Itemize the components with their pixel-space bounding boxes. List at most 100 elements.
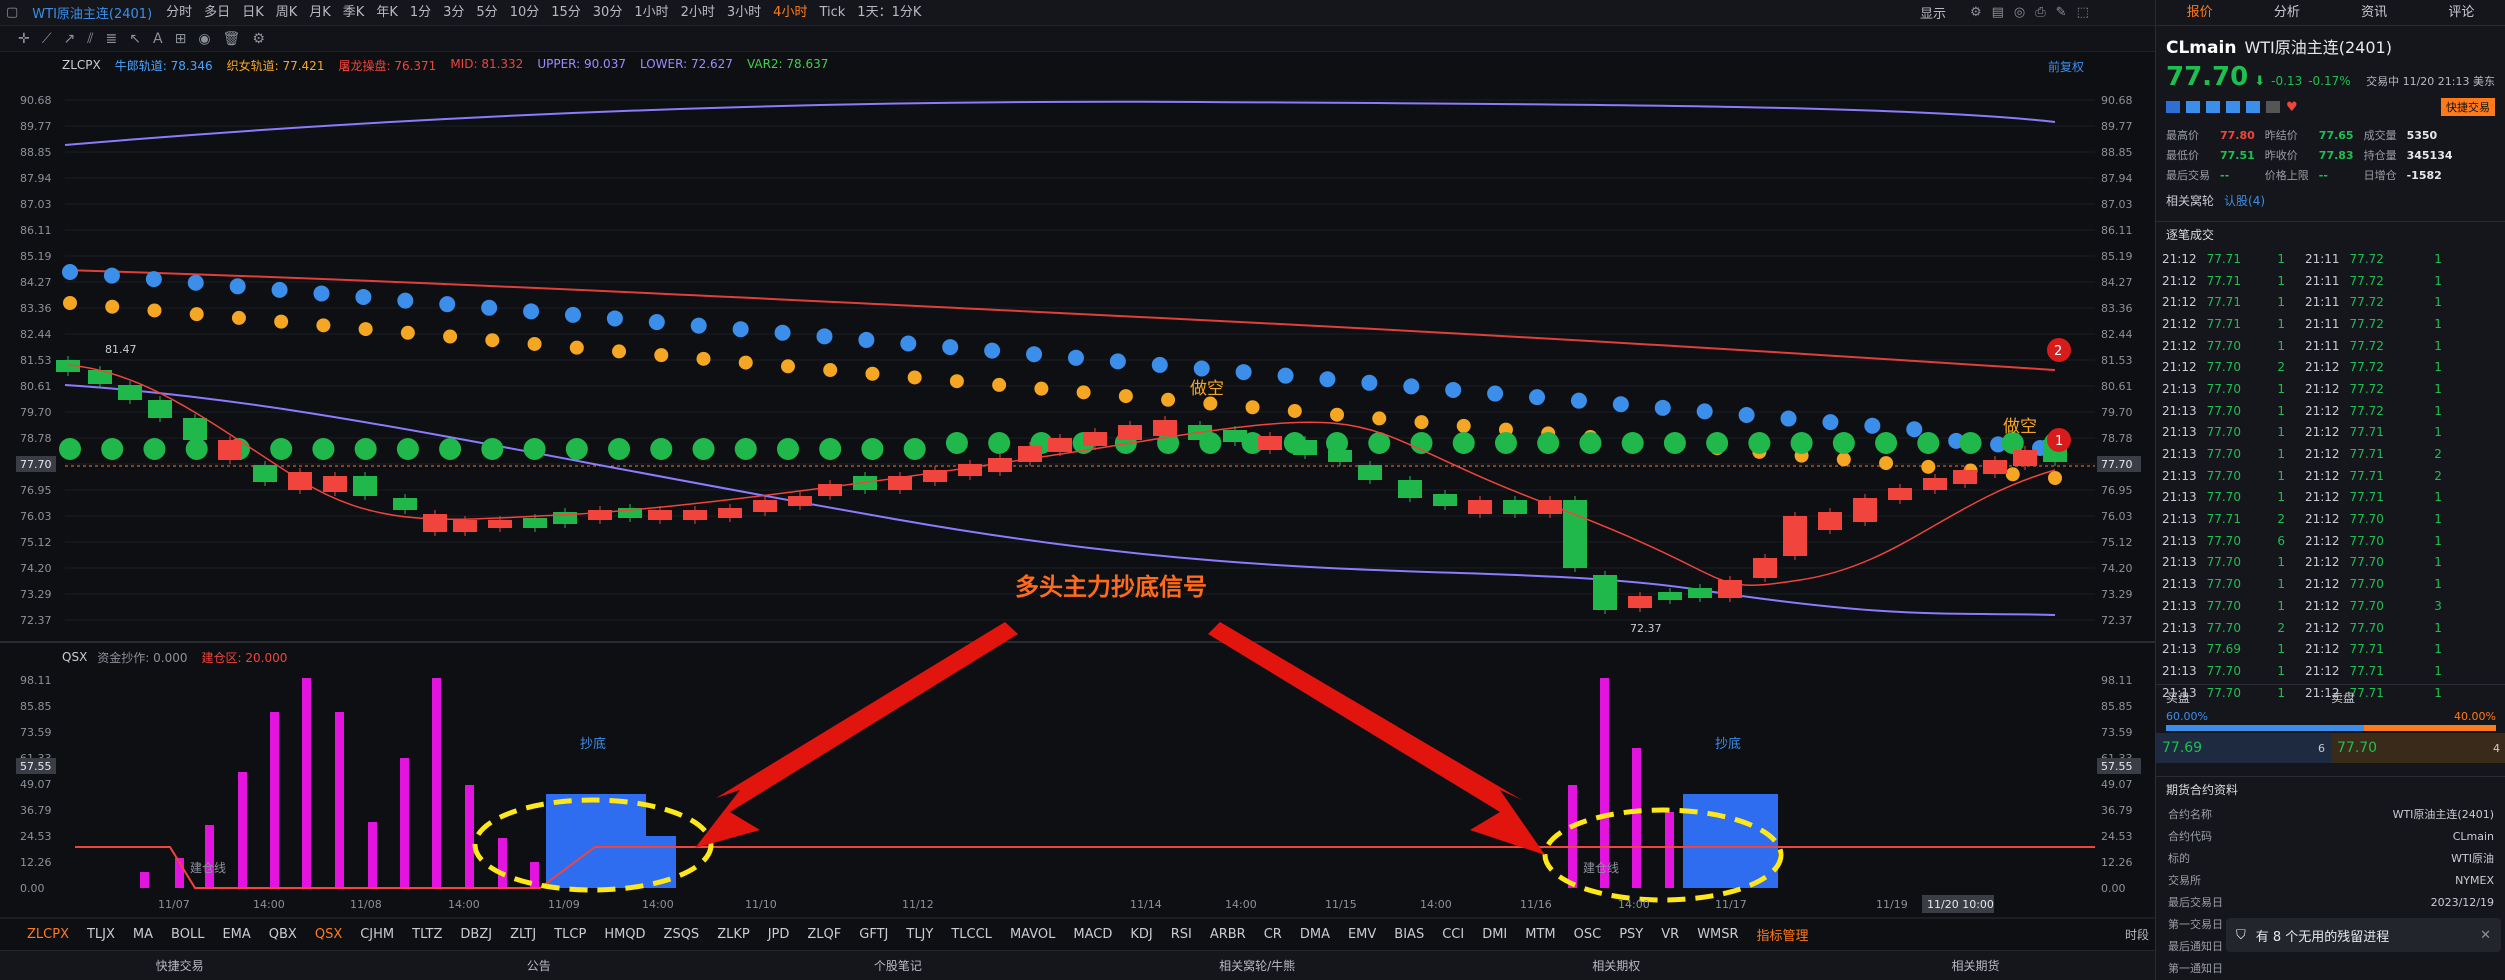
var2-dot (143, 438, 166, 460)
indicator-tab[interactable]: BOLL (162, 927, 213, 942)
candle (683, 510, 707, 520)
indicator-tab[interactable]: CJHM (351, 927, 403, 942)
price-label-right: 79.70 (2101, 406, 2133, 419)
tick-cell: 77.71 (2349, 447, 2384, 462)
quote-cell: 77.51 (2220, 148, 2255, 162)
qsx-bar (205, 825, 214, 888)
indicator-tab[interactable]: MTM (1516, 927, 1564, 942)
quote-tab[interactable]: 资讯 (2331, 0, 2418, 25)
tag-icon-3[interactable] (2226, 101, 2240, 113)
var2-dot (650, 438, 673, 460)
indicator-tab[interactable]: MAVOL (1001, 927, 1064, 942)
tick-cell: 21:12 (2162, 316, 2197, 331)
niulang-dot (1906, 421, 1923, 438)
indicator-tab[interactable]: HMQD (595, 927, 654, 942)
line-label-2: 建仓线 (1583, 861, 1619, 875)
process-toast[interactable]: ⛉ 有 8 个无用的残留进程 ✕ (2226, 918, 2501, 952)
bottom-link[interactable]: 快捷交易 (0, 957, 359, 974)
x-axis-label: 11/14 (1130, 898, 1162, 911)
indicator-tab[interactable]: 指标管理 (1748, 925, 1818, 944)
tick-row: 21:13 77.70 1 21:12 77.71 2 (2158, 444, 2446, 464)
indicator-tab[interactable]: GFTJ (850, 927, 897, 942)
related-options-link[interactable]: 认股(4) (2224, 192, 2265, 209)
indicator-tab[interactable]: ZLKP (708, 927, 759, 942)
quote-tab[interactable]: 分析 (2243, 0, 2330, 25)
indicator-tab[interactable]: OSC (1565, 927, 1611, 942)
zhinv-dot (907, 370, 922, 385)
zhinv-dot (1287, 403, 1302, 418)
indicator-tab[interactable]: TLJY (897, 927, 942, 942)
time-label[interactable]: 时段 (2125, 926, 2149, 943)
indicator-tab[interactable]: TLJX (78, 927, 124, 942)
price-label-right: 85.19 (2101, 250, 2133, 263)
indicator-tab[interactable]: KDJ (1121, 927, 1161, 942)
zhinv-dot (316, 318, 331, 333)
indicator-tab[interactable]: ZLCPX (18, 927, 78, 942)
bottom-link[interactable]: 相关窝轮/牛熊 (1078, 957, 1437, 974)
bottom-link[interactable]: 相关期权 (1437, 957, 1796, 974)
bottom-link[interactable]: 个股笔记 (718, 957, 1077, 974)
quote-panel: 报价 分析 资讯 评论 CLmain WTI原油主连(2401) 77.70 ⬇ -0.… (2155, 0, 2505, 980)
tick-cell: 77.70 (2206, 468, 2241, 483)
tick-cell: 77.71 (2349, 663, 2384, 678)
related-warrants-link[interactable]: 相关窝轮 (2166, 192, 2214, 209)
price-label-right: 80.61 (2101, 380, 2133, 393)
indicator-tab[interactable]: CR (1255, 927, 1291, 942)
indicator-tab[interactable]: QBX (260, 927, 306, 942)
quote-cell: 345134 (2406, 148, 2453, 162)
indicator-tab[interactable]: VR (1652, 927, 1688, 942)
price-label-left: 78.78 (20, 432, 52, 445)
bottom-link[interactable]: 公告 (359, 957, 718, 974)
heart-icon[interactable]: ♥ (2286, 100, 2298, 115)
price-chart[interactable]: 90.68 90.68 89.77 89.77 88.85 88.85 87.94 87.94… (0, 0, 2155, 980)
price-label-right: 72.37 (2101, 614, 2133, 627)
tag-icon-5[interactable] (2266, 101, 2280, 113)
x-axis-label: 11/12 (902, 898, 934, 911)
indicator-tab[interactable]: WMSR (1688, 927, 1747, 942)
indicator-tab[interactable]: TLCP (545, 927, 595, 942)
indicator-tab[interactable]: BIAS (1385, 927, 1433, 942)
tick-cell: 2 (2277, 360, 2285, 375)
candle (253, 465, 277, 482)
quote-cell: 昨收价 (2264, 149, 2298, 162)
quote-tab[interactable]: 评论 (2418, 0, 2505, 25)
var2-dot (396, 438, 419, 460)
quote-tab[interactable]: 报价 (2156, 0, 2243, 25)
candle (1293, 440, 1317, 455)
sub-indicator-name[interactable]: QSX (62, 650, 87, 664)
niulang-dot (145, 271, 162, 288)
tag-icon-4[interactable] (2246, 101, 2260, 113)
sub-label-left: 98.11 (20, 674, 52, 687)
indicator-tab[interactable]: EMV (1339, 927, 1385, 942)
indicator-tab[interactable]: EMA (213, 927, 259, 942)
contract-key: 合约代码 (2168, 830, 2212, 843)
bottom-link[interactable]: 相关期货 (1796, 957, 2155, 974)
indicator-tab[interactable]: QSX (306, 927, 351, 942)
indicator-tab[interactable]: CCI (1433, 927, 1473, 942)
indicator-tab[interactable]: ZLTJ (501, 927, 545, 942)
tag-icon-2[interactable] (2206, 101, 2220, 113)
indicator-tab[interactable]: DMI (1473, 927, 1516, 942)
indicator-tab[interactable]: ZLQF (798, 927, 850, 942)
close-icon[interactable]: ✕ (2480, 928, 2491, 943)
tag-icon-1[interactable] (2186, 101, 2200, 113)
order-book: 买盘 卖盘 60.00% 40.00% 77.69 6 77.70 4 (2156, 684, 2505, 763)
price-label-right: 87.03 (2101, 198, 2133, 211)
zhinv-dot (1836, 452, 1851, 467)
indicator-tab[interactable]: MA (124, 927, 162, 942)
tick-cell: 1 (2277, 555, 2285, 570)
indicator-tab[interactable]: TLCCL (942, 927, 1001, 942)
indicator-tab[interactable]: DMA (1291, 927, 1339, 942)
indicator-tab[interactable]: DBZJ (451, 927, 501, 942)
price-label-right: 75.12 (2101, 536, 2133, 549)
indicator-tab[interactable]: RSI (1162, 927, 1201, 942)
indicator-tab[interactable]: ARBR (1201, 927, 1255, 942)
quick-trade-button[interactable]: 快捷交易 (2441, 98, 2495, 116)
indicator-tab[interactable]: PSY (1610, 927, 1652, 942)
indicator-tab[interactable]: MACD (1064, 927, 1121, 942)
quote-row: 最后交易 -- 价格上限 -- 日增仓 -1582 (2162, 166, 2457, 184)
indicator-tab[interactable]: JPD (759, 927, 799, 942)
indicator-tab[interactable]: ZSQS (655, 927, 709, 942)
indicator-tab[interactable]: TLTZ (403, 927, 451, 942)
var2-dot (1663, 432, 1686, 454)
